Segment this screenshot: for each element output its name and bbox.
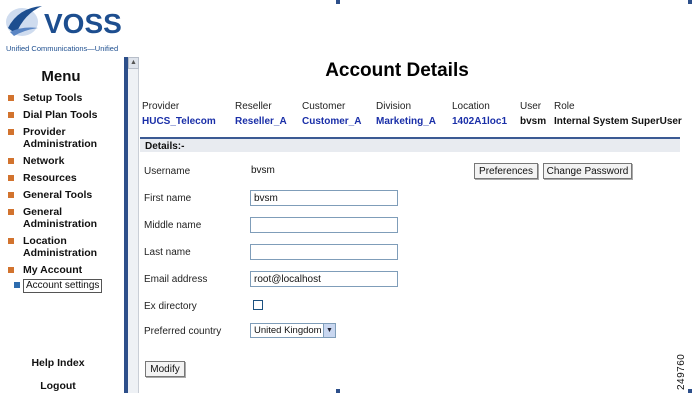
- provider-header: Provider: [142, 101, 180, 112]
- corner-mark-bottom-center: [336, 389, 340, 393]
- corner-mark-top-center: [336, 0, 340, 4]
- last-name-input[interactable]: [250, 244, 398, 260]
- menu-item-label: Dial Plan Tools: [23, 109, 98, 121]
- bullet-icon: [8, 112, 14, 118]
- menu-item-network[interactable]: Network: [8, 155, 124, 167]
- preferred-country-label: Preferred country: [144, 326, 222, 337]
- voss-logo: VOSS Unified Communications—Unified: [4, 4, 124, 53]
- menu-item-my-account[interactable]: My Account: [8, 264, 124, 276]
- location-link[interactable]: 1402A1loc1: [452, 116, 507, 127]
- menu-list: Setup Tools Dial Plan Tools Provider Adm…: [8, 92, 124, 298]
- menu-item-label: Provider Administration: [23, 126, 98, 150]
- preferred-country-select[interactable]: United Kingdom ▼: [250, 323, 336, 338]
- customer-link[interactable]: Customer_A: [302, 116, 361, 127]
- bullet-icon: [8, 209, 14, 215]
- bullet-icon: [14, 282, 20, 288]
- details-section-header: Details:-: [140, 137, 680, 152]
- menu-item-label: Resources: [23, 172, 77, 184]
- ex-directory-checkbox[interactable]: [253, 300, 263, 310]
- middle-name-input[interactable]: [250, 217, 398, 233]
- menu-item-resources[interactable]: Resources: [8, 172, 124, 184]
- scrollbar[interactable]: [128, 57, 139, 393]
- preferences-button[interactable]: Preferences: [474, 163, 538, 179]
- role-value: Internal System SuperUser: [554, 116, 682, 127]
- reseller-link[interactable]: Reseller_A: [235, 116, 287, 127]
- brand-tagline: Unified Communications—Unified: [6, 44, 119, 53]
- username-value: bvsm: [251, 165, 275, 176]
- reseller-header: Reseller: [235, 101, 272, 112]
- menu-item-label: Setup Tools: [23, 92, 83, 104]
- location-header: Location: [452, 101, 490, 112]
- menu-subitem-account-settings[interactable]: Account settings: [8, 279, 124, 293]
- email-input[interactable]: [250, 271, 398, 287]
- sidebar: VOSS Unified Communications—Unified Menu…: [0, 0, 124, 393]
- division-header: Division: [376, 101, 412, 112]
- bullet-icon: [8, 238, 14, 244]
- email-label: Email address: [144, 274, 208, 285]
- page-title: Account Details: [325, 60, 469, 81]
- first-name-input[interactable]: [250, 190, 398, 206]
- bullet-icon: [8, 192, 14, 198]
- username-label: Username: [144, 166, 191, 177]
- bullet-icon: [8, 158, 14, 164]
- middle-name-label: Middle name: [144, 220, 202, 231]
- figure-id: 249760: [676, 353, 687, 390]
- corner-mark-top-right: [688, 0, 692, 4]
- help-index-link[interactable]: Help Index: [0, 357, 116, 369]
- menu-title: Menu: [41, 68, 81, 85]
- menu-item-general-tools[interactable]: General Tools: [8, 189, 124, 201]
- change-password-button[interactable]: Change Password: [543, 163, 632, 179]
- modify-button[interactable]: Modify: [145, 361, 185, 377]
- corner-mark-bottom-right: [688, 389, 692, 393]
- first-name-label: First name: [144, 193, 192, 204]
- swoosh-icon: [6, 6, 42, 36]
- logout-link[interactable]: Logout: [0, 380, 116, 392]
- user-value: bvsm: [520, 116, 547, 127]
- menu-subitem-label: Account settings: [23, 279, 103, 293]
- brand-name: VOSS: [44, 8, 122, 39]
- division-link[interactable]: Marketing_A: [376, 116, 436, 127]
- menu-item-provider-administration[interactable]: Provider Administration: [8, 126, 124, 150]
- menu-item-general-administration[interactable]: General Administration: [8, 206, 124, 230]
- menu-item-label: Network: [23, 155, 65, 167]
- last-name-label: Last name: [144, 247, 191, 258]
- bullet-icon: [8, 129, 14, 135]
- chevron-down-icon: ▼: [323, 324, 335, 337]
- menu-item-dial-plan-tools[interactable]: Dial Plan Tools: [8, 109, 124, 121]
- bullet-icon: [8, 175, 14, 181]
- provider-link[interactable]: HUCS_Telecom: [142, 116, 216, 127]
- menu-item-setup-tools[interactable]: Setup Tools: [8, 92, 124, 104]
- bullet-icon: [8, 95, 14, 101]
- scroll-up-icon[interactable]: ▲: [128, 57, 139, 69]
- menu-item-label: General Tools: [23, 189, 93, 201]
- menu-item-location-administration[interactable]: Location Administration: [8, 235, 124, 259]
- menu-item-label: My Account: [23, 264, 83, 276]
- bullet-icon: [8, 267, 14, 273]
- user-header: User: [520, 101, 542, 112]
- menu-item-label: Location Administration: [23, 235, 98, 259]
- menu-item-label: General Administration: [23, 206, 98, 230]
- role-header: Role: [554, 101, 575, 112]
- customer-header: Customer: [302, 101, 346, 112]
- preferred-country-value: United Kingdom: [254, 325, 322, 336]
- ex-directory-label: Ex directory: [144, 301, 197, 312]
